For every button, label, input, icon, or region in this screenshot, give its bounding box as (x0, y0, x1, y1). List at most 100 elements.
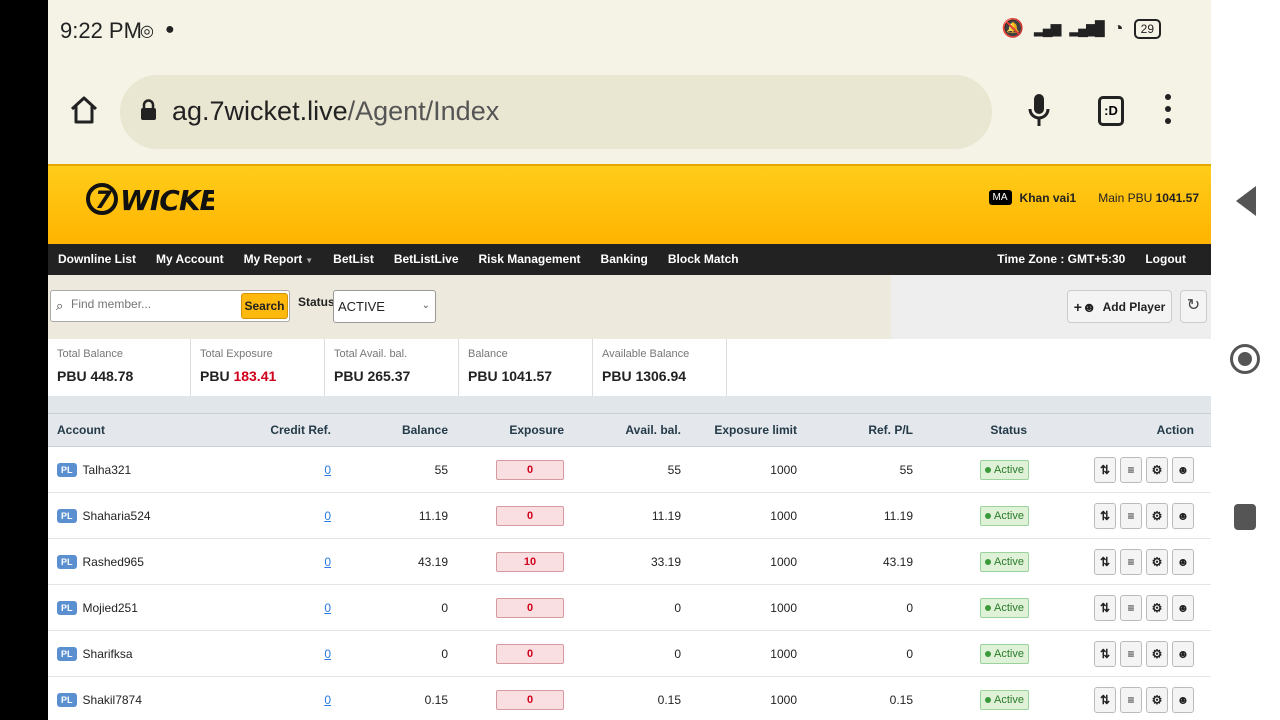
account-name[interactable]: Mojied251 (83, 601, 138, 615)
account-cell: PL Mojied251 (48, 600, 228, 615)
account-name[interactable]: Sharifksa (83, 647, 133, 661)
home-nav-icon[interactable] (1230, 344, 1260, 374)
status-dot-icon (985, 512, 992, 519)
wifi-icon: ◔ (1112, 18, 1124, 38)
back-icon[interactable] (1236, 186, 1256, 216)
profile-icon[interactable]: ☻ (1172, 640, 1194, 667)
recents-icon[interactable] (1234, 504, 1256, 530)
status-badge: Active (980, 505, 1029, 526)
microphone-icon[interactable] (1028, 92, 1050, 132)
profile-icon[interactable]: ☻ (1172, 594, 1194, 621)
credit-ref-cell: 0 (228, 647, 331, 661)
profile-icon[interactable]: ☻ (1172, 686, 1194, 713)
site-logo[interactable]: 7 WICKET (84, 174, 240, 229)
total-exposure: Total Exposure PBU 183.41 (191, 339, 325, 396)
total-avail-label: Total Avail. bal. (334, 348, 408, 360)
action-cell: ⇅ ≡ ⚙ ☻ (1029, 502, 1203, 529)
menu-betlist[interactable]: BetList (323, 244, 384, 275)
transfer-icon[interactable]: ⇅ (1094, 686, 1116, 713)
ref-pl-cell: 11.19 (883, 508, 913, 523)
profile-icon[interactable]: ☻ (1172, 456, 1194, 483)
transfer-icon[interactable]: ⇅ (1094, 456, 1116, 483)
menu-banking[interactable]: Banking (591, 244, 658, 275)
history-icon[interactable]: ≡ (1120, 686, 1142, 713)
profile-icon[interactable]: ☻ (1172, 502, 1194, 529)
credit-ref-link[interactable]: 0 (324, 647, 331, 661)
menu-my-account[interactable]: My Account (146, 244, 234, 275)
table-header: Account Credit Ref. Balance Exposure Ava… (48, 413, 1211, 447)
exposure-cell: 0 (448, 689, 564, 710)
address-bar[interactable]: ag.7wicket.live/Agent/Index (120, 75, 992, 149)
search-button[interactable]: Search (241, 293, 288, 319)
credit-ref-link[interactable]: 0 (324, 463, 331, 477)
avail-bal-cell: 0 (674, 646, 681, 661)
status-select[interactable]: ACTIVE ⌄ (333, 290, 436, 323)
action-cell: ⇅ ≡ ⚙ ☻ (1029, 548, 1203, 575)
logout-link[interactable]: Logout (1135, 244, 1211, 275)
table-row: PL Rashed965 0 43.19 10 33.19 1000 43.19 Active ⇅… (48, 539, 1211, 585)
agent-balance: Balance PBU 1041.57 (459, 339, 593, 396)
settings-icon[interactable]: ⚙ (1146, 594, 1168, 621)
settings-icon[interactable]: ⚙ (1146, 548, 1168, 575)
logo-mark: 7 WICKET (86, 183, 240, 217)
menu-betlistlive[interactable]: BetListLive (384, 244, 469, 275)
history-icon[interactable]: ≡ (1120, 502, 1142, 529)
settings-icon[interactable]: ⚙ (1146, 640, 1168, 667)
account-name[interactable]: Talha321 (83, 463, 132, 477)
menu-risk-management[interactable]: Risk Management (469, 244, 591, 275)
balance-cell: 0.15 (424, 692, 448, 707)
account-name[interactable]: Rashed965 (83, 555, 144, 569)
amount: 265.37 (367, 368, 411, 384)
col-account: Account (57, 423, 105, 437)
transfer-icon[interactable]: ⇅ (1094, 594, 1116, 621)
menu-block-match[interactable]: Block Match (658, 244, 749, 275)
total-avail-value: PBU 265.37 (334, 368, 458, 384)
amount: 183.41 (233, 368, 277, 384)
credit-ref-link[interactable]: 0 (324, 693, 331, 707)
credit-ref-cell: 0 (228, 555, 331, 569)
transfer-icon[interactable]: ⇅ (1094, 640, 1116, 667)
settings-icon[interactable]: ⚙ (1146, 456, 1168, 483)
table-row: PL Mojied251 0 0 0 0 1000 0 Active ⇅ ≡ ⚙ ☻ (48, 585, 1211, 631)
transfer-icon[interactable]: ⇅ (1094, 502, 1116, 529)
transfer-icon[interactable]: ⇅ (1094, 548, 1116, 575)
settings-icon[interactable]: ⚙ (1146, 502, 1168, 529)
find-member-input[interactable] (71, 297, 231, 311)
main-menu: Downline List My Account My Report ▼ BetL… (48, 244, 1211, 275)
add-player-button[interactable]: +☻ Add Player (1067, 290, 1172, 323)
col-balance: Balance (401, 423, 448, 437)
history-icon[interactable]: ≡ (1120, 594, 1142, 621)
avail-bal-cell: 33.19 (650, 554, 681, 569)
battery-icon: 29 (1133, 18, 1161, 39)
history-icon[interactable]: ≡ (1120, 548, 1142, 575)
status-cell: Active (913, 597, 1029, 618)
status-cell: Active (913, 459, 1029, 480)
exposure-value: 0 (496, 689, 564, 710)
available-balance-label: Available Balance (602, 348, 690, 360)
account-name[interactable]: Shaharia524 (83, 509, 151, 523)
balance-cell: 55 (434, 462, 448, 477)
main-balance: Main PBU 1041.57 (1098, 191, 1199, 205)
search-box: ⌕ Search (50, 290, 290, 322)
chat-icon: ● (165, 21, 175, 38)
tab-switcher-button[interactable]: :D (1098, 96, 1124, 126)
profile-icon[interactable]: ☻ (1172, 548, 1194, 575)
menu-downline-list[interactable]: Downline List (48, 244, 146, 275)
refresh-icon[interactable]: ↻ (1180, 290, 1207, 323)
chevron-down-icon: ⌄ (421, 300, 430, 311)
credit-ref-link[interactable]: 0 (324, 601, 331, 615)
history-icon[interactable]: ≡ (1120, 640, 1142, 667)
account-name[interactable]: Shakil7874 (83, 693, 142, 707)
add-player-label: Add Player (1102, 299, 1166, 314)
browser-menu-icon[interactable] (1165, 94, 1171, 130)
credit-ref-link[interactable]: 0 (324, 509, 331, 523)
menu-my-report[interactable]: My Report ▼ (234, 244, 324, 276)
credit-ref-link[interactable]: 0 (324, 555, 331, 569)
exposure-cell: 10 (448, 551, 564, 572)
col-ref-pl: Ref. P/L (868, 423, 913, 437)
history-icon[interactable]: ≡ (1120, 456, 1142, 483)
account-cell: PL Sharifksa (48, 646, 228, 661)
settings-icon[interactable]: ⚙ (1146, 686, 1168, 713)
home-icon[interactable] (68, 94, 100, 126)
search-row: ⌕ Search Status ACTIVE ⌄ +☻ Add Player ↻ (48, 275, 1211, 339)
